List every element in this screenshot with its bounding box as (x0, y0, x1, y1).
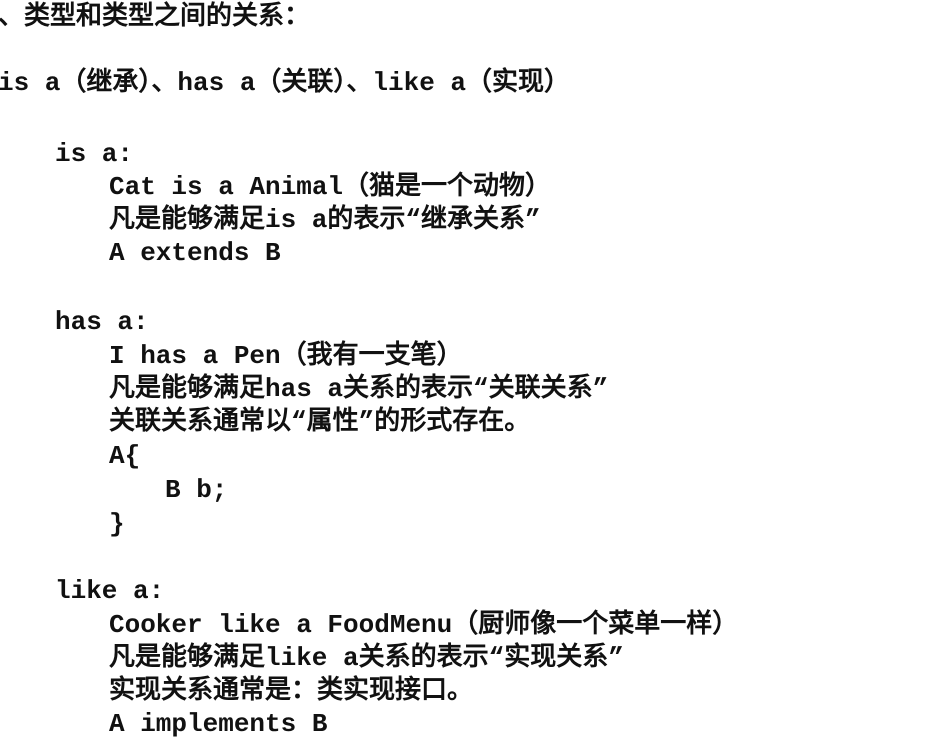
section-heading: 、类型和类型之间的关系： (0, 2, 311, 32)
is-a-code: A extends B (109, 238, 281, 268)
like-a-label: like a: (55, 576, 165, 606)
is-a-example: Cat is a Animal（猫是一个动物） (109, 172, 552, 202)
relation-summary: is a（继承）、has a（关联）、like a（实现） (0, 68, 571, 98)
like-a-rule: 凡是能够满足like a关系的表示“实现关系” (109, 643, 624, 673)
has-a-code-open: A{ (109, 441, 141, 471)
like-a-code: A implements B (109, 709, 328, 737)
is-a-rule: 凡是能够满足is a的表示“继承关系” (109, 205, 541, 235)
has-a-rule: 凡是能够满足has a关系的表示“关联关系” (109, 374, 609, 404)
like-a-example: Cooker like a FoodMenu（厨师像一个菜单一样） (109, 610, 739, 640)
has-a-label: has a: (55, 307, 149, 337)
document-page: 、类型和类型之间的关系： is a（继承）、has a（关联）、like a（实… (0, 0, 938, 737)
has-a-example: I has a Pen（我有一支笔） (109, 341, 463, 371)
is-a-label: is a: (55, 139, 134, 169)
has-a-code-close: } (109, 509, 125, 539)
has-a-note: 关联关系通常以“属性”的形式存在。 (109, 407, 531, 437)
has-a-code-body: B b; (165, 475, 228, 505)
like-a-note: 实现关系通常是：类实现接口。 (109, 676, 474, 706)
